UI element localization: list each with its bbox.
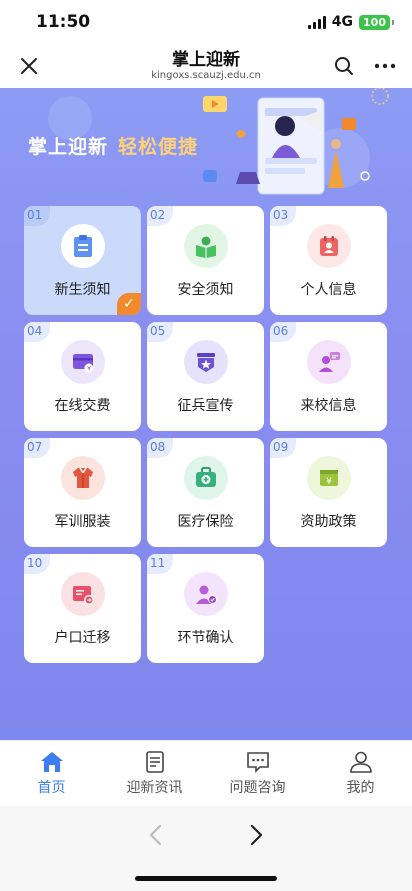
payment-icon: ¥ [61, 340, 105, 384]
uniform-icon [61, 456, 105, 500]
page-url: kingoxs.scauzj.edu.cn [151, 70, 261, 81]
confirm-user-icon [184, 572, 228, 616]
status-indicators: 4G 100 [307, 14, 394, 30]
notice-icon [61, 224, 105, 268]
tile-label: 户口迁移 [54, 630, 111, 646]
tab-news[interactable]: 迎新资讯 [103, 741, 206, 806]
tile-label: 安全须知 [177, 282, 234, 298]
title-bar: 掌上迎新 kingoxs.scauzj.edu.cn [0, 44, 412, 88]
tile-number: 08 [147, 438, 174, 458]
tile-label: 医疗保险 [177, 514, 234, 530]
medical-kit-icon [184, 456, 228, 500]
tile-label: 环节确认 [177, 630, 234, 646]
status-time: 11:50 [36, 12, 91, 32]
household-transfer-icon [61, 572, 105, 616]
tile-label: 征兵宣传 [177, 398, 234, 414]
tab-bar: 首页 迎新资讯 问题咨询 我的 [0, 740, 412, 806]
main-content: 掌上迎新 轻松便捷 01 新生须知 ✓ 02 安全须知 03 个人信息 04 ¥… [0, 88, 412, 740]
home-icon [40, 752, 63, 772]
tile-label: 个人信息 [300, 282, 357, 298]
tile-arrival-info[interactable]: 06 来校信息 [270, 322, 387, 431]
tile-number: 10 [24, 554, 51, 574]
page-title: 掌上迎新 [171, 50, 240, 70]
tile-number: 04 [24, 322, 51, 342]
financial-aid-icon: ¥ [307, 456, 351, 500]
network-type: 4G [331, 14, 354, 30]
tab-consult[interactable]: 问题咨询 [206, 741, 309, 806]
tile-recruitment[interactable]: 05 征兵宣传 [147, 322, 264, 431]
tab-home[interactable]: 首页 [0, 741, 103, 806]
banner-slogan: 掌上迎新 轻松便捷 [28, 132, 198, 159]
tile-number: 11 [147, 554, 174, 574]
slogan-main: 掌上迎新 [28, 136, 109, 158]
feature-grid: 01 新生须知 ✓ 02 安全须知 03 个人信息 04 ¥ 在线交费 05 征… [24, 206, 388, 663]
tile-number: 09 [270, 438, 297, 458]
tile-label: 来校信息 [300, 398, 357, 414]
title-wrap: 掌上迎新 kingoxs.scauzj.edu.cn [151, 50, 261, 82]
tile-safety-notice[interactable]: 02 安全须知 [147, 206, 264, 315]
check-icon: ✓ [117, 293, 141, 315]
signal-icon [307, 15, 326, 29]
status-bar: 11:50 4G 100 [0, 0, 412, 44]
tab-label: 首页 [37, 780, 66, 796]
tile-freshman-notice[interactable]: 01 新生须知 ✓ [24, 206, 141, 315]
browser-nav [0, 806, 412, 864]
svg-text:¥: ¥ [326, 477, 332, 487]
tile-label: 在线交费 [54, 398, 111, 414]
home-indicator[interactable] [135, 876, 277, 881]
back-arrow-icon[interactable] [145, 823, 167, 847]
military-star-icon [184, 340, 228, 384]
tile-online-payment[interactable]: 04 ¥ 在线交费 [24, 322, 141, 431]
banner: 掌上迎新 轻松便捷 [0, 88, 412, 203]
tile-number: 06 [270, 322, 297, 342]
svg-text:¥: ¥ [87, 366, 91, 373]
tile-personal-info[interactable]: 03 个人信息 [270, 206, 387, 315]
tile-step-confirm[interactable]: 11 环节确认 [147, 554, 264, 663]
safety-book-icon [184, 224, 228, 268]
user-icon [349, 751, 372, 773]
tile-military-uniform[interactable]: 07 军训服装 [24, 438, 141, 547]
tile-household-transfer[interactable]: 10 户口迁移 [24, 554, 141, 663]
battery-icon: 100 [359, 14, 394, 30]
id-card-icon [307, 224, 351, 268]
tile-financial-aid[interactable]: 09 ¥ 资助政策 [270, 438, 387, 547]
news-icon [145, 751, 164, 773]
tile-number: 05 [147, 322, 174, 342]
person-message-icon [307, 340, 351, 384]
tab-label: 迎新资讯 [126, 780, 183, 796]
tile-medical-insurance[interactable]: 08 医疗保险 [147, 438, 264, 547]
close-icon[interactable] [18, 55, 40, 77]
tile-number: 02 [147, 206, 174, 226]
tab-label: 我的 [346, 780, 375, 796]
tile-label: 军训服装 [54, 514, 111, 530]
search-icon[interactable] [333, 55, 355, 77]
slogan-highlight: 轻松便捷 [118, 136, 199, 158]
tab-label: 问题咨询 [229, 780, 286, 796]
tile-number: 01 [24, 206, 51, 226]
tile-number: 03 [270, 206, 297, 226]
tile-label: 资助政策 [300, 514, 357, 530]
more-icon[interactable] [373, 55, 397, 77]
tile-number: 07 [24, 438, 51, 458]
tab-mine[interactable]: 我的 [309, 741, 412, 806]
chat-icon [246, 752, 269, 773]
forward-arrow-icon[interactable] [245, 823, 267, 847]
